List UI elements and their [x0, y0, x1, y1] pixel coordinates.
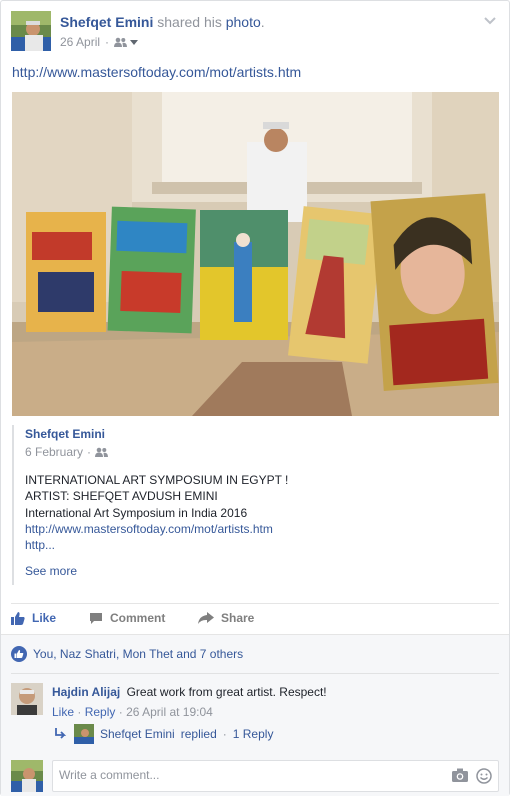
story-title-period: .: [260, 14, 265, 30]
comment-input-box[interactable]: [52, 760, 499, 792]
friends-icon[interactable]: [114, 37, 139, 47]
author-avatar[interactable]: [11, 11, 51, 51]
story-title: Shefqet Emini shared his photo.: [60, 14, 265, 30]
replier-name[interactable]: Shefqet Emini: [100, 727, 175, 741]
comment-reply-link[interactable]: Reply: [85, 705, 116, 719]
reply-verb[interactable]: replied: [181, 727, 217, 741]
shared-line: International Art Symposium in India 201…: [25, 505, 248, 520]
replies-link-row[interactable]: Shefqet Emini replied · 1 Reply: [54, 724, 273, 744]
feed-story-card: Shefqet Emini shared his photo. 26 April…: [0, 0, 510, 796]
likes-summary[interactable]: You, Naz Shatri, Mon Thet and 7 others: [11, 646, 243, 662]
commenter-name-link[interactable]: Hajdin Alijaj: [52, 685, 120, 699]
author-name-link[interactable]: Shefqet Emini: [60, 14, 153, 30]
comment-button[interactable]: Comment: [89, 611, 165, 625]
comment-body: Hajdin Alijaj Great work from great arti…: [52, 685, 327, 699]
like-label: Like: [32, 611, 57, 625]
likes-summary-text[interactable]: You, Naz Shatri, Mon Thet and 7 others: [33, 647, 243, 661]
story-meta: 26 April ·: [60, 35, 139, 49]
emoji-icon[interactable]: [476, 768, 492, 784]
share-button[interactable]: Share: [198, 611, 254, 625]
commenter-avatar[interactable]: [11, 683, 43, 715]
meta-separator: ·: [87, 445, 92, 459]
meta-separator: ·: [222, 727, 227, 741]
story-header: Shefqet Emini shared his photo. 26 April…: [11, 11, 499, 51]
story-action-text: shared his: [157, 14, 222, 30]
replier-avatar: [74, 724, 94, 744]
reply-arrow-icon: [55, 728, 67, 739]
comment-composer: [11, 759, 499, 793]
feedback-section: You, Naz Shatri, Mon Thet and 7 others H…: [1, 634, 509, 796]
share-arrow-icon: [198, 612, 214, 624]
thumbs-up-icon: [11, 612, 25, 625]
chevron-down-icon[interactable]: [483, 13, 497, 27]
comment-meta: Like · Reply · 26 April at 19:04: [52, 705, 213, 719]
comment-label: Comment: [110, 611, 166, 625]
caret-down-icon: [130, 39, 139, 45]
like-button[interactable]: Like: [11, 611, 56, 625]
shared-truncated-link[interactable]: http...: [25, 538, 55, 552]
meta-separator: ·: [118, 705, 123, 719]
shared-url-link[interactable]: http://www.mastersoftoday.com/mot/artist…: [25, 522, 273, 536]
comment-input[interactable]: [59, 768, 439, 782]
shared-photo[interactable]: [12, 92, 499, 416]
photo-link[interactable]: photo: [226, 14, 261, 30]
shared-post-attachment: Shefqet Emini 6 February · INTERNATIONAL…: [12, 425, 499, 585]
post-url-link[interactable]: http://www.mastersoftoday.com/mot/artist…: [12, 64, 301, 80]
comment-icon: [90, 612, 102, 624]
composer-icons: [452, 768, 492, 784]
story-date[interactable]: 26 April: [60, 35, 100, 49]
see-more-link[interactable]: See more: [25, 564, 77, 578]
shared-meta: 6 February ·: [25, 445, 109, 459]
comment-like-link[interactable]: Like: [52, 705, 74, 719]
friends-icon: [95, 447, 109, 457]
shared-line: INTERNATIONAL ART SYMPOSIUM IN EGYPT !: [25, 473, 289, 487]
reply-count[interactable]: 1 Reply: [233, 727, 274, 741]
comment-timestamp[interactable]: 26 April at 19:04: [126, 705, 213, 719]
viewer-avatar: [11, 760, 43, 792]
shared-post-text: INTERNATIONAL ART SYMPOSIUM IN EGYPT ! A…: [25, 472, 288, 553]
shared-author-link[interactable]: Shefqet Emini: [25, 427, 105, 441]
comment-text: Great work from great artist. Respect!: [126, 685, 327, 699]
action-bar: Like Comment Share: [11, 603, 499, 633]
shared-line: ARTIST: SHEFQET AVDUSH EMINI: [25, 489, 218, 504]
divider: [11, 673, 499, 674]
shared-date[interactable]: 6 February: [25, 445, 83, 459]
like-reaction-icon: [11, 646, 27, 662]
share-label: Share: [221, 611, 255, 625]
comment-item: Hajdin Alijaj Great work from great arti…: [11, 683, 499, 723]
camera-icon[interactable]: [452, 768, 468, 782]
meta-separator: ·: [105, 35, 110, 49]
meta-separator: ·: [77, 705, 82, 719]
